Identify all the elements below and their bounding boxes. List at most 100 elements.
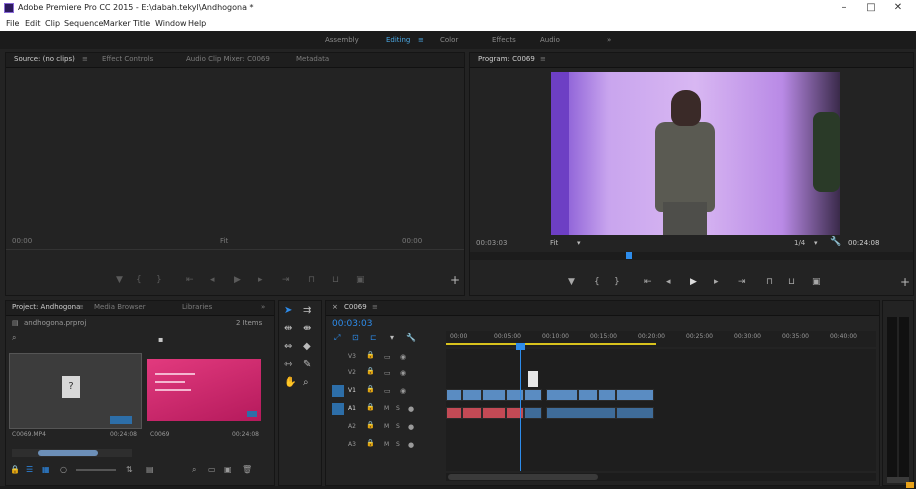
snap-icon[interactable]: ⤢ [334, 333, 340, 343]
audio-clip[interactable] [524, 407, 542, 419]
menu-window[interactable]: Window [155, 19, 187, 28]
source-go-to-out-icon[interactable]: ⇥ [282, 275, 290, 285]
sync-lock-icon[interactable]: ▭ [384, 369, 391, 377]
program-resolution-select[interactable]: 1/4 [794, 239, 805, 247]
microphone-icon[interactable]: ● [408, 423, 414, 431]
lock-track-icon[interactable]: 🔒 [366, 385, 375, 393]
menu-clip[interactable]: Clip [45, 19, 60, 28]
audio-clip[interactable] [446, 407, 462, 419]
tab-program[interactable]: Program: C0069 [478, 55, 535, 63]
mute-toggle[interactable]: M [384, 405, 389, 412]
audio-clip[interactable] [506, 407, 524, 419]
menu-sequence[interactable]: Sequence [64, 19, 103, 28]
video-clip[interactable] [524, 389, 542, 401]
workspace-menu-icon[interactable]: ≡ [418, 36, 424, 44]
linked-selection-icon[interactable]: ⊏ [370, 333, 377, 342]
microphone-icon[interactable]: ● [408, 441, 414, 449]
timeline-scroll-thumb[interactable] [448, 474, 598, 480]
audio-clip[interactable] [546, 407, 616, 419]
sort-icon[interactable]: ⇅ [126, 465, 133, 474]
program-lift-icon[interactable]: ⊓ [766, 277, 773, 287]
program-export-frame-icon[interactable]: ▣ [812, 277, 821, 287]
project-item-thumbnail[interactable] [147, 359, 261, 421]
audio-clip[interactable] [482, 407, 506, 419]
solo-toggle[interactable]: S [396, 441, 400, 448]
video-clip[interactable] [546, 389, 578, 401]
tab-metadata[interactable]: Metadata [296, 55, 329, 63]
new-bin-icon[interactable]: ▪ [158, 335, 163, 344]
program-go-to-in-icon[interactable]: ⇤ [644, 277, 652, 287]
add-marker-icon[interactable]: ▾ [390, 333, 394, 342]
eye-icon[interactable]: ◉ [400, 369, 406, 377]
source-play-icon[interactable]: ▶ [234, 275, 241, 285]
audio-clip[interactable] [462, 407, 482, 419]
source-zoom-select[interactable]: Fit [220, 237, 228, 245]
program-step-back-icon[interactable]: ◂ [666, 277, 671, 287]
mute-toggle[interactable]: M [384, 423, 389, 430]
timeline-track-area[interactable] [446, 343, 876, 471]
lock-track-icon[interactable]: 🔒 [366, 439, 375, 447]
video-clip[interactable] [462, 389, 482, 401]
workspace-effects[interactable]: Effects [492, 36, 516, 44]
solo-toggle[interactable]: S [396, 423, 400, 430]
workspace-editing[interactable]: Editing [386, 36, 410, 44]
work-area-bar[interactable] [446, 343, 656, 345]
program-step-forward-icon[interactable]: ▸ [714, 277, 719, 287]
tab-libraries[interactable]: Libraries [182, 303, 212, 311]
source-add-marker-icon[interactable]: ▼ [116, 275, 123, 285]
selection-tool-icon[interactable]: ➤ [284, 305, 292, 316]
lock-track-icon[interactable]: 🔒 [366, 403, 375, 411]
project-tab-menu-icon[interactable]: ≡ [78, 303, 84, 311]
maximize-button[interactable]: □ [861, 2, 881, 13]
project-item-thumbnail[interactable]: ? [9, 353, 142, 429]
tab-source[interactable]: Source: (no clips) [14, 55, 75, 63]
timeline-ruler[interactable]: 00:00 00:05:00 00:10:00 00:15:00 00:20:0… [446, 331, 876, 347]
audio-clip[interactable] [616, 407, 654, 419]
nest-icon[interactable]: ⊡ [352, 333, 359, 342]
program-go-to-out-icon[interactable]: ⇥ [738, 277, 746, 287]
source-export-frame-icon[interactable]: ▣ [356, 275, 365, 285]
minimize-button[interactable]: – [834, 2, 854, 13]
list-view-icon[interactable]: ☰ [26, 465, 33, 474]
source-step-back-icon[interactable]: ◂ [210, 275, 215, 285]
microphone-icon[interactable]: ● [408, 405, 414, 413]
source-insert-icon[interactable]: ⊓ [308, 275, 315, 285]
tab-sequence[interactable]: C0069 [344, 303, 367, 311]
timeline-timecode[interactable]: 00:03:03 [332, 319, 372, 329]
track-select-tool-icon[interactable]: ⇉ [303, 305, 311, 316]
program-mark-in-icon[interactable]: { [594, 277, 600, 287]
program-add-marker-icon[interactable]: ▼ [568, 277, 575, 287]
video-clip[interactable] [506, 389, 524, 401]
program-playhead[interactable] [626, 252, 632, 259]
project-scrub-thumb[interactable] [38, 450, 98, 456]
program-zoom-dropdown-icon[interactable]: ▾ [577, 239, 581, 247]
find-icon[interactable]: ⌕ [192, 465, 196, 475]
razor-tool-icon[interactable]: ◆ [303, 341, 311, 352]
rate-stretch-tool-icon[interactable]: ⇔ [284, 341, 292, 352]
source-mark-in-icon[interactable]: { [136, 275, 142, 285]
timeline-settings-icon[interactable]: 🔧 [406, 333, 416, 342]
automate-sequence-icon[interactable]: ▤ [146, 465, 154, 474]
eye-icon[interactable]: ◉ [400, 387, 406, 395]
video-clip[interactable] [598, 389, 616, 401]
program-mark-out-icon[interactable]: } [614, 277, 620, 287]
project-thumbnail-scrub[interactable] [12, 449, 132, 457]
lock-track-icon[interactable]: 🔒 [366, 421, 375, 429]
lock-track-icon[interactable]: 🔒 [366, 367, 375, 375]
timeline-tab-menu-icon[interactable]: ≡ [372, 303, 378, 311]
workspace-color[interactable]: Color [440, 36, 458, 44]
tab-audio-clip-mixer[interactable]: Audio Clip Mixer: C0069 [186, 55, 270, 63]
solo-toggle[interactable]: S [396, 405, 400, 412]
video-clip[interactable] [578, 389, 598, 401]
a1-source-patch[interactable] [332, 403, 344, 415]
pen-tool-icon[interactable]: ✎ [303, 359, 311, 370]
title-clip[interactable] [528, 371, 538, 387]
zoom-slider-icon[interactable]: ○ [60, 465, 67, 474]
program-zoom-select[interactable]: Fit [550, 239, 558, 247]
workspace-audio[interactable]: Audio [540, 36, 560, 44]
sync-lock-icon[interactable]: ▭ [384, 353, 391, 361]
timeline-playhead[interactable] [520, 349, 521, 471]
menu-file[interactable]: File [6, 19, 19, 28]
program-extract-icon[interactable]: ⊔ [788, 277, 795, 287]
source-scrub-bar[interactable] [6, 249, 464, 250]
